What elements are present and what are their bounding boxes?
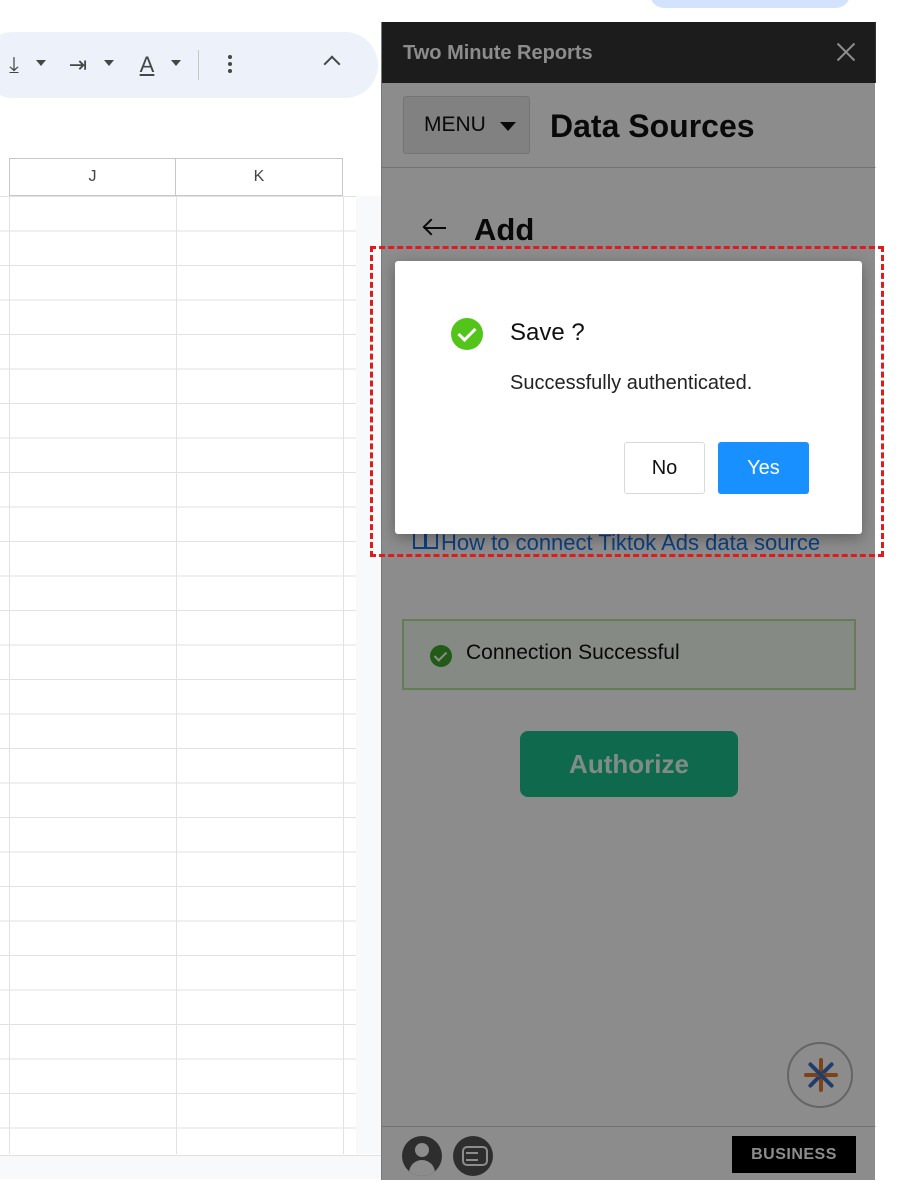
- more-vert-icon[interactable]: [228, 55, 232, 76]
- toolbar-divider: [198, 50, 199, 80]
- grid-line: [343, 196, 344, 1154]
- text-color-caret-icon[interactable]: [171, 60, 181, 66]
- grid-line: [176, 196, 177, 1154]
- vertical-align-icon[interactable]: ⤓: [2, 50, 26, 80]
- modal-overlay: [381, 22, 875, 1180]
- text-wrap-icon[interactable]: ⇥: [66, 50, 90, 80]
- column-header-j[interactable]: J: [9, 158, 176, 196]
- column-header-k[interactable]: K: [175, 158, 343, 196]
- text-wrap-caret-icon[interactable]: [104, 60, 114, 66]
- spreadsheet-area: ⤓ ⇥ A J K: [0, 0, 382, 1200]
- horizontal-scrollbar[interactable]: [0, 1155, 382, 1179]
- text-color-icon[interactable]: A: [135, 50, 159, 80]
- formatting-toolbar: [0, 32, 378, 98]
- vertical-align-caret-icon[interactable]: [36, 60, 46, 66]
- grid-line: [9, 196, 10, 1154]
- cell-grid[interactable]: [0, 196, 356, 1154]
- highlight-annotation: [370, 246, 884, 557]
- account-pill[interactable]: [650, 0, 850, 8]
